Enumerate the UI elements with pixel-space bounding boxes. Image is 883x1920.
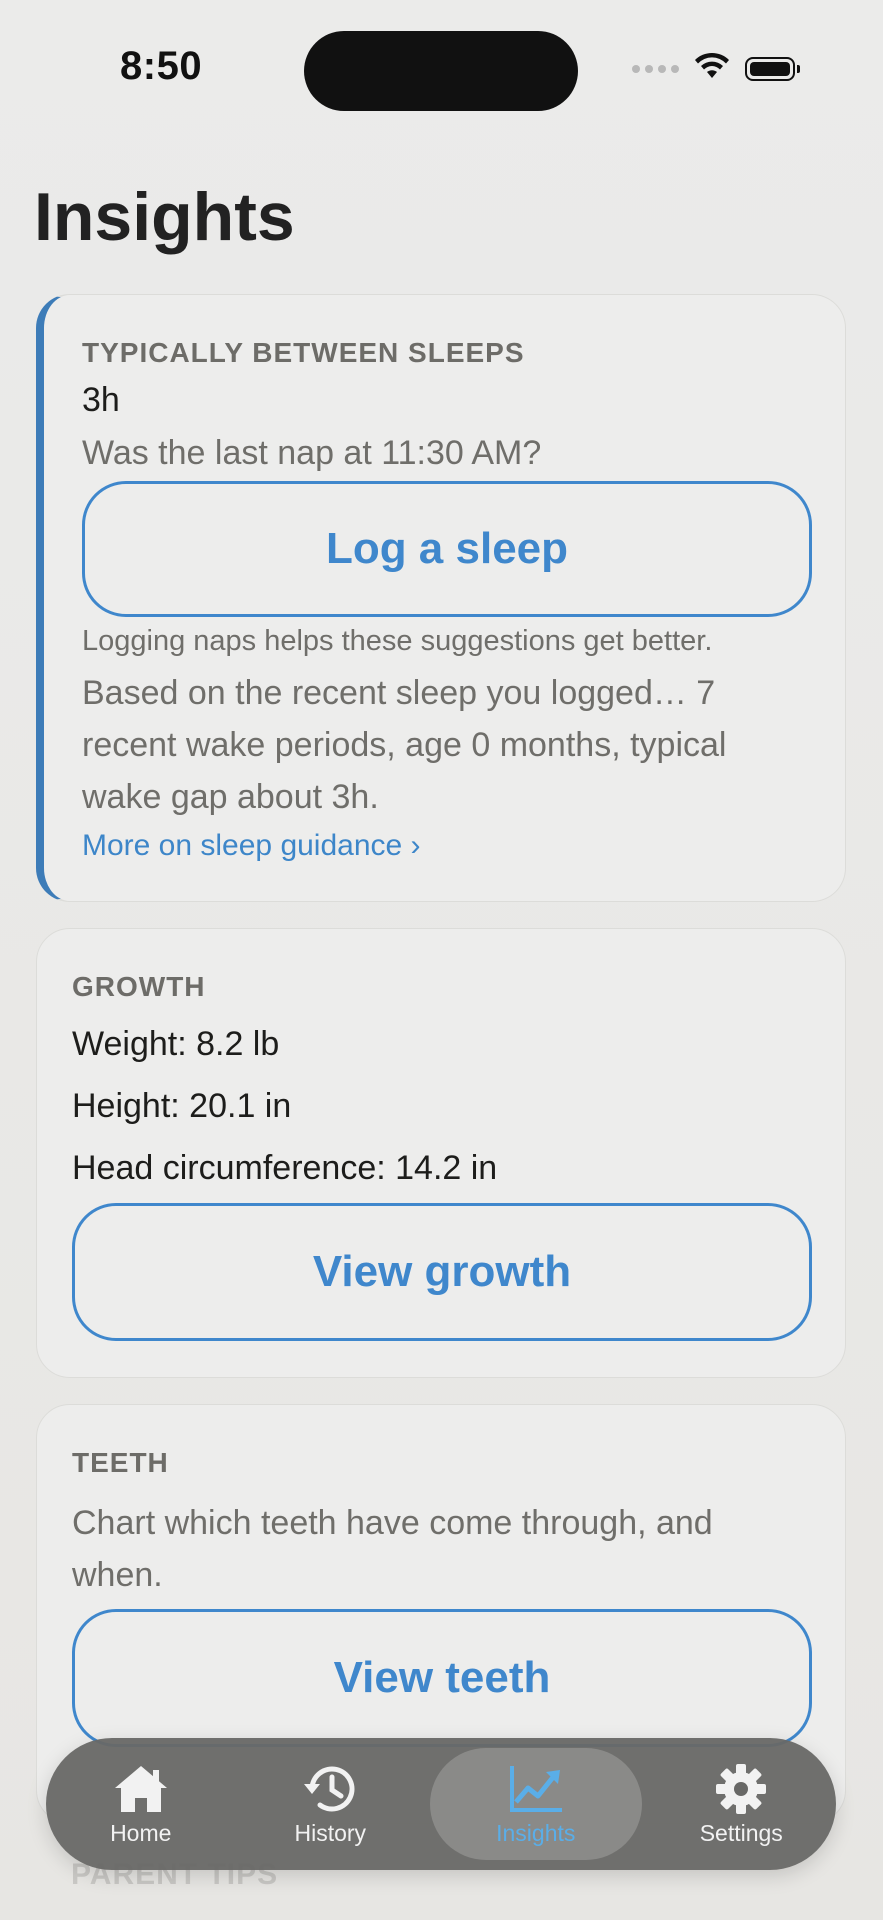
sleep-card-label: TYPICALLY BETWEEN SLEEPS xyxy=(82,337,525,368)
tab-home[interactable]: Home xyxy=(51,1748,231,1860)
log-sleep-button[interactable]: Log a sleep xyxy=(82,481,812,617)
logging-hint: Logging naps helps these suggestions get… xyxy=(82,625,713,657)
sleep-guidance-link[interactable]: More on sleep guidance › xyxy=(82,829,421,863)
sleep-insight-card: TYPICALLY BETWEEN SLEEPS 3h Was the last… xyxy=(36,294,846,902)
sleep-explanation: Based on the recent sleep you logged… 7 … xyxy=(82,674,727,816)
last-nap-question: Was the last nap at 11:30 AM? xyxy=(82,434,542,472)
gear-icon xyxy=(711,1762,771,1816)
insights-screen: 8:50 Insights TYPICALLY BETWEEN SLEEPS 3… xyxy=(0,0,883,1920)
teeth-description: Chart which teeth have come through, and… xyxy=(72,1504,713,1594)
teeth-card-label: TEETH xyxy=(72,1447,169,1478)
page-title: Insights xyxy=(34,179,295,255)
history-clock-icon xyxy=(300,1762,360,1816)
sleep-gap-value: 3h xyxy=(82,381,120,419)
wifi-icon xyxy=(693,52,731,85)
tab-bar: Home History Insights Settings xyxy=(46,1738,836,1870)
weight-value: Weight: 8.2 lb xyxy=(72,1025,280,1063)
growth-card-label: GROWTH xyxy=(72,971,206,1002)
cellular-signal-icon xyxy=(632,64,679,73)
tab-history[interactable]: History xyxy=(240,1748,420,1860)
tab-settings[interactable]: Settings xyxy=(651,1748,831,1860)
house-icon xyxy=(111,1762,171,1816)
battery-icon xyxy=(745,56,800,81)
status-time: 8:50 xyxy=(120,44,203,88)
tab-insights[interactable]: Insights xyxy=(429,1748,642,1860)
tab-history-label: History xyxy=(294,1819,367,1846)
growth-card: GROWTH Weight: 8.2 lb Height: 20.1 in He… xyxy=(36,928,846,1378)
chart-icon xyxy=(506,1762,566,1816)
height-value: Height: 20.1 in xyxy=(72,1087,292,1125)
head-circumference-value: Head circumference: 14.2 in xyxy=(72,1149,498,1187)
status-icons xyxy=(632,52,800,85)
tab-insights-label: Insights xyxy=(496,1819,576,1846)
tab-home-label: Home xyxy=(110,1819,172,1846)
view-growth-button[interactable]: View growth xyxy=(72,1203,812,1341)
view-teeth-button[interactable]: View teeth xyxy=(72,1609,812,1747)
tab-settings-label: Settings xyxy=(699,1819,783,1846)
dynamic-island xyxy=(304,31,578,111)
